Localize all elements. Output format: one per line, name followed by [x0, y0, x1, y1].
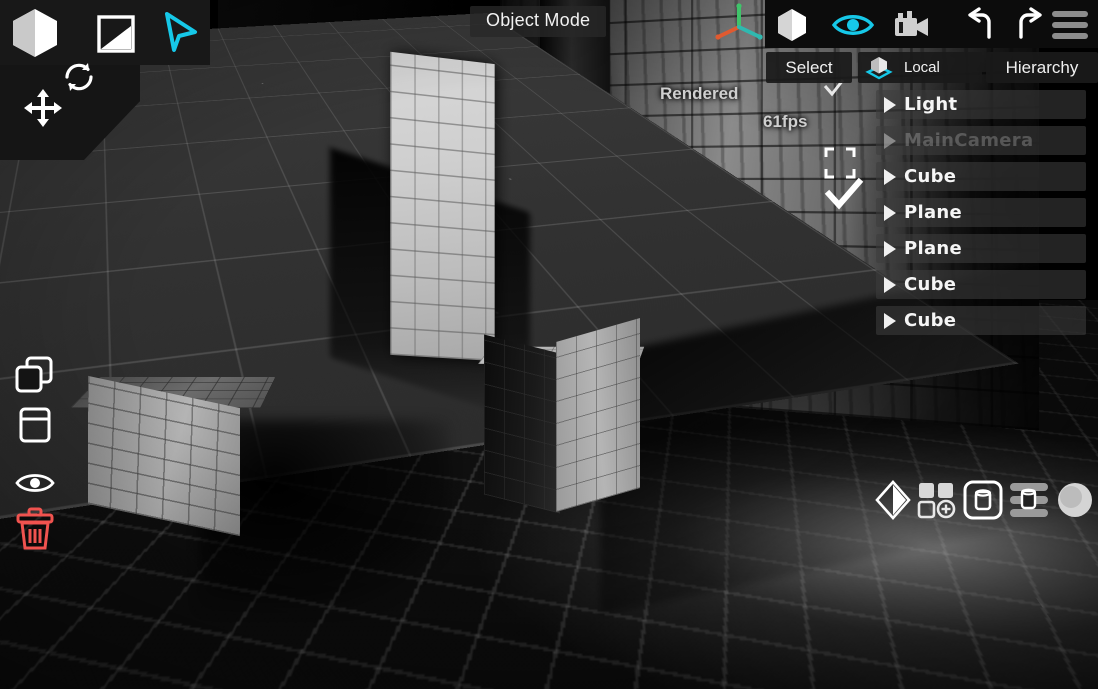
select-button[interactable]: Select [766, 52, 852, 83]
hierarchy-item-label: Cube [904, 310, 956, 331]
axis-gizmo[interactable] [708, 2, 770, 46]
hierarchy-panel: Light MainCamera Cube Plane Plane Cube C… [876, 90, 1086, 342]
render-mode-label: Rendered [660, 84, 738, 104]
hierarchy-item-cube-2[interactable]: Cube [876, 270, 1086, 299]
hamburger-menu-icon[interactable] [1050, 8, 1090, 42]
triangle-right-icon[interactable] [884, 277, 896, 293]
local-gizmo-icon[interactable] [864, 54, 894, 82]
hierarchy-item-label: Light [904, 94, 957, 115]
hierarchy-item-label: MainCamera [904, 130, 1033, 151]
paste-icon[interactable] [14, 404, 56, 446]
undo-icon[interactable] [962, 6, 1002, 44]
shading-icon[interactable] [94, 12, 138, 56]
add-object-icon[interactable] [914, 477, 960, 523]
triangle-right-icon[interactable] [884, 97, 896, 113]
layers-icon[interactable] [1006, 477, 1052, 523]
play-icon[interactable] [160, 10, 202, 54]
triangle-right-icon[interactable] [884, 133, 896, 149]
hierarchy-item-cube-3[interactable]: Cube [876, 306, 1086, 335]
fps-label: 61fps [763, 112, 807, 132]
move-icon[interactable] [20, 85, 66, 131]
object-mode-label: Object Mode [470, 6, 606, 37]
cube-icon[interactable] [772, 6, 812, 44]
hierarchy-item-label: Cube [904, 166, 956, 187]
hierarchy-item-cube-1[interactable]: Cube [876, 162, 1086, 191]
object-icon[interactable] [960, 477, 1006, 523]
shading-icon[interactable] [872, 477, 914, 523]
eye-icon[interactable] [830, 6, 876, 44]
triangle-right-icon[interactable] [884, 205, 896, 221]
triangle-right-icon[interactable] [884, 241, 896, 257]
hierarchy-item-label: Cube [904, 274, 956, 295]
triangle-right-icon[interactable] [884, 313, 896, 329]
hierarchy-item-plane-2[interactable]: Plane [876, 234, 1086, 263]
triangle-right-icon[interactable] [884, 169, 896, 185]
frame-crop-icon[interactable] [824, 147, 858, 181]
checkmark-icon[interactable] [826, 180, 864, 212]
hierarchy-tab-button[interactable]: Hierarchy [986, 52, 1098, 83]
trash-icon[interactable] [14, 508, 56, 550]
editor-window: Object Mode Rendered 61fps [0, 0, 1098, 689]
eye-icon[interactable] [14, 462, 56, 504]
hierarchy-item-label: Plane [904, 238, 962, 259]
redo-icon[interactable] [1008, 6, 1048, 44]
hierarchy-item-label: Plane [904, 202, 962, 223]
hierarchy-item-maincamera[interactable]: MainCamera [876, 126, 1086, 155]
material-ball-icon[interactable] [1054, 477, 1096, 523]
hierarchy-item-plane-1[interactable]: Plane [876, 198, 1086, 227]
cube-icon[interactable] [8, 6, 62, 60]
camera-icon[interactable] [890, 6, 934, 44]
duplicate-icon[interactable] [14, 354, 56, 396]
hierarchy-item-light[interactable]: Light [876, 90, 1086, 119]
